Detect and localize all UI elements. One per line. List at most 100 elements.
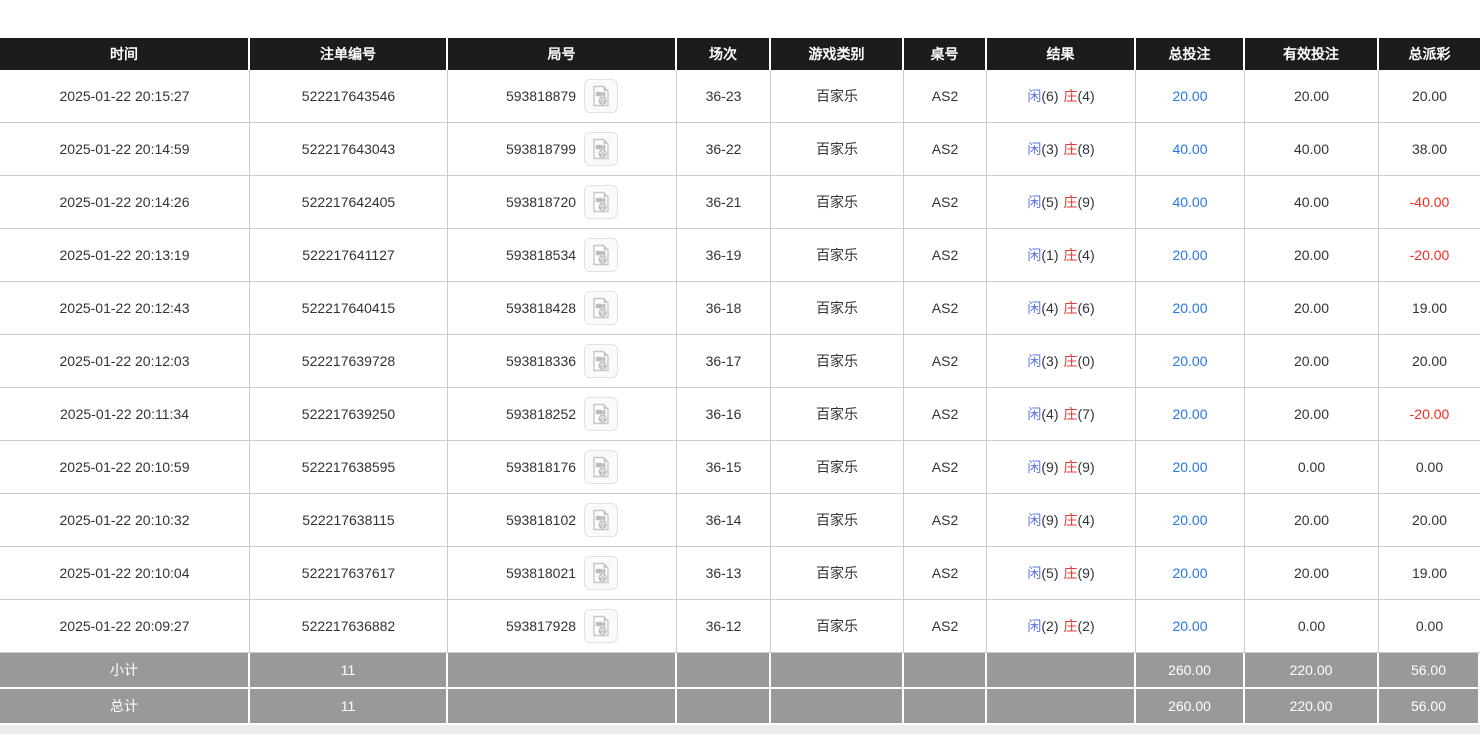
result-banker: 庄	[1064, 194, 1078, 210]
total-bet-link[interactable]: 40.00	[1172, 194, 1207, 210]
cell-game-type: 百家乐	[771, 70, 904, 123]
total-bet-link[interactable]: 20.00	[1172, 353, 1207, 369]
result-banker-score: (4)	[1078, 247, 1095, 263]
cell-round: 593818102	[448, 494, 677, 547]
round-number: 593818428	[506, 300, 576, 316]
cell-empty	[771, 653, 904, 689]
column-header-game_type: 游戏类别	[771, 38, 904, 70]
result-banker-score: (7)	[1078, 406, 1095, 422]
video-replay-button[interactable]	[584, 238, 618, 272]
cell-valid-bet: 20.00	[1245, 547, 1379, 600]
video-replay-button[interactable]	[584, 556, 618, 590]
table-row: 2025-01-22 20:15:27522217643546593818879…	[0, 70, 1480, 123]
cell-total-bet: 20.00	[1136, 388, 1245, 441]
round-number: 593817928	[506, 618, 576, 634]
round-number: 593818720	[506, 194, 576, 210]
cell-table-id: AS2	[904, 547, 987, 600]
total-bet-link[interactable]: 20.00	[1172, 512, 1207, 528]
total-bet-link[interactable]: 40.00	[1172, 141, 1207, 157]
cell-payout: -20.00	[1379, 388, 1480, 441]
video-replay-button[interactable]	[584, 291, 618, 325]
round-number: 593818336	[506, 353, 576, 369]
cell-time: 2025-01-22 20:11:34	[0, 388, 250, 441]
result-player-score: (9)	[1041, 512, 1058, 528]
result-player: 闲	[1027, 88, 1041, 104]
cell-valid-bet: 20.00	[1245, 494, 1379, 547]
total-bet-link[interactable]: 20.00	[1172, 459, 1207, 475]
cell-round: 593818176	[448, 441, 677, 494]
result-player-score: (9)	[1041, 459, 1058, 475]
cell-round: 593818879	[448, 70, 677, 123]
table-row: 2025-01-22 20:10:59522217638595593818176…	[0, 441, 1480, 494]
cell-table-id: AS2	[904, 123, 987, 176]
cell-round: 593818252	[448, 388, 677, 441]
video-replay-button[interactable]	[584, 344, 618, 378]
result-banker: 庄	[1064, 406, 1078, 422]
cell-result: 闲(6)庄(4)	[987, 70, 1136, 123]
cell-time: 2025-01-22 20:10:04	[0, 547, 250, 600]
table-row: 2025-01-22 20:10:32522217638115593818102…	[0, 494, 1480, 547]
cell-bet-id: 522217637617	[250, 547, 448, 600]
total-bet-link[interactable]: 20.00	[1172, 300, 1207, 316]
cell-time: 2025-01-22 20:09:27	[0, 600, 250, 653]
column-header-valid_bet: 有效投注	[1245, 38, 1379, 70]
cell-bet-id: 522217638115	[250, 494, 448, 547]
column-header-table_id: 桌号	[904, 38, 987, 70]
video-replay-button[interactable]	[584, 132, 618, 166]
video-replay-button[interactable]	[584, 609, 618, 643]
grandtotal-row-count: 11	[250, 689, 448, 725]
total-bet-link[interactable]: 20.00	[1172, 406, 1207, 422]
cell-time: 2025-01-22 20:10:59	[0, 441, 250, 494]
cell-game-type: 百家乐	[771, 388, 904, 441]
cell-bet-id: 522217639250	[250, 388, 448, 441]
result-banker-score: (4)	[1078, 88, 1095, 104]
video-replay-button[interactable]	[584, 503, 618, 537]
video-file-icon	[589, 402, 613, 426]
total-bet-link[interactable]: 20.00	[1172, 618, 1207, 634]
cell-total-bet: 40.00	[1136, 176, 1245, 229]
cell-table-id: AS2	[904, 600, 987, 653]
cell-game-type: 百家乐	[771, 335, 904, 388]
video-file-icon	[589, 455, 613, 479]
result-banker-score: (9)	[1078, 194, 1095, 210]
video-replay-button[interactable]	[584, 185, 618, 219]
cell-result: 闲(1)庄(4)	[987, 229, 1136, 282]
cell-time: 2025-01-22 20:14:26	[0, 176, 250, 229]
cell-total-bet: 20.00	[1136, 229, 1245, 282]
result-banker: 庄	[1064, 512, 1078, 528]
cell-table-id: AS2	[904, 176, 987, 229]
bet-records-table: 时间注单编号局号场次游戏类别桌号结果总投注有效投注总派彩 2025-01-22 …	[0, 38, 1480, 725]
video-replay-button[interactable]	[584, 79, 618, 113]
video-replay-button[interactable]	[584, 397, 618, 431]
result-player-score: (3)	[1041, 353, 1058, 369]
total-bet-link[interactable]: 20.00	[1172, 88, 1207, 104]
cell-total-bet: 40.00	[1136, 123, 1245, 176]
round-number: 593818799	[506, 141, 576, 157]
cell-payout: -20.00	[1379, 229, 1480, 282]
cell-result: 闲(3)庄(8)	[987, 123, 1136, 176]
total-bet-link[interactable]: 20.00	[1172, 247, 1207, 263]
cell-empty	[904, 689, 987, 725]
grandtotal-row-label: 总计	[0, 689, 250, 725]
table-row: 2025-01-22 20:14:59522217643043593818799…	[0, 123, 1480, 176]
cell-table-id: AS2	[904, 441, 987, 494]
cell-game-type: 百家乐	[771, 547, 904, 600]
total-bet-link[interactable]: 20.00	[1172, 565, 1207, 581]
cell-bet-id: 522217639728	[250, 335, 448, 388]
cell-session: 36-18	[677, 282, 771, 335]
subtotal-row: 小计11260.00220.0056.00	[0, 653, 1480, 689]
cell-total-bet: 20.00	[1136, 335, 1245, 388]
cell-time: 2025-01-22 20:13:19	[0, 229, 250, 282]
cell-table-id: AS2	[904, 494, 987, 547]
cell-session: 36-12	[677, 600, 771, 653]
result-banker: 庄	[1064, 247, 1078, 263]
cell-result: 闲(5)庄(9)	[987, 547, 1136, 600]
column-header-bet_id: 注单编号	[250, 38, 448, 70]
cell-valid-bet: 20.00	[1245, 282, 1379, 335]
video-replay-button[interactable]	[584, 450, 618, 484]
result-banker-score: (6)	[1078, 300, 1095, 316]
cell-session: 36-13	[677, 547, 771, 600]
cell-result: 闲(2)庄(2)	[987, 600, 1136, 653]
result-banker: 庄	[1064, 353, 1078, 369]
column-header-session: 场次	[677, 38, 771, 70]
